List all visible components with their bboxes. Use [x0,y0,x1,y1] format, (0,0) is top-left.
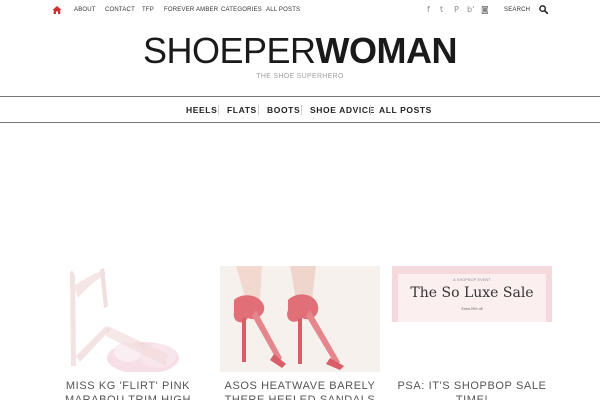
post-title[interactable]: MISS KG 'FLIRT' PINK MARABOU TRIM HIGH [44,379,212,400]
nav-separator [301,105,302,115]
logo-light-text: SHOEPER [142,30,316,71]
post-image-red-bow-sandals[interactable] [220,266,380,372]
bloglovin-icon[interactable]: b' [467,5,474,14]
site-tagline: THE SHOE SUPERHERO [256,73,344,80]
nav-heels[interactable]: HEELS [186,105,217,115]
search-icon[interactable] [539,5,548,14]
topnav-about[interactable]: ABOUT [74,7,96,13]
nav-flats[interactable]: FLATS [227,105,257,115]
nav-shoe-advice[interactable]: SHOE ADVICE [310,105,375,115]
top-bar: ABOUT CONTACT TFP FOREVER AMBER CATEGORI… [0,0,600,22]
logo-bold-text: WOMAN [315,30,458,71]
post-image-shopbop-sale-banner[interactable]: A SHOPBOP EVENT The So Luxe Sale Extra 2… [392,266,552,372]
nav-boots[interactable]: BOOTS [267,105,300,115]
facebook-icon[interactable]: f [427,5,430,14]
post-card[interactable]: MISS KG 'FLIRT' PINK MARABOU TRIM HIGH [48,266,208,400]
topnav-categories[interactable]: CATEGORIES [221,7,262,13]
instagram-icon[interactable]: ◙ [481,5,489,14]
banner-bottom [392,322,552,372]
nav-all-posts[interactable]: ALL POSTS [379,105,432,115]
search-label[interactable]: SEARCH [504,7,530,13]
site-logo[interactable]: SHOEPERWOMAN [0,30,600,72]
banner-panel: A SHOPBOP EVENT The So Luxe Sale Extra 2… [398,274,546,322]
home-icon[interactable] [52,5,62,15]
nav-separator [218,105,219,115]
topnav-forever-amber[interactable]: FOREVER AMBER [164,7,218,13]
nav-separator [258,105,259,115]
nav-separator [370,105,371,115]
main-nav: HEELS FLATS BOOTS SHOE ADVICE ALL POSTS [0,96,600,123]
topnav-contact[interactable]: CONTACT [105,7,135,13]
post-card[interactable]: A SHOPBOP EVENT The So Luxe Sale Extra 2… [392,266,552,400]
post-card[interactable]: ASOS HEATWAVE BARELY THERE HEELED SANDAL… [220,266,380,400]
banner-title: The So Luxe Sale [410,285,534,301]
twitter-icon[interactable]: t [440,5,443,14]
topnav-tfp[interactable]: TFP [142,7,154,13]
banner-text: Extra 25% off [461,307,483,311]
banner-kicker: A SHOPBOP EVENT [453,278,491,282]
post-image-pink-heel[interactable] [48,266,208,374]
post-title[interactable]: PSA: IT'S SHOPBOP SALE TIME! [388,379,556,400]
pinterest-icon[interactable]: P [454,5,459,14]
post-title[interactable]: ASOS HEATWAVE BARELY THERE HEELED SANDAL… [216,379,384,400]
topnav-all-posts[interactable]: ALL POSTS [266,7,300,13]
